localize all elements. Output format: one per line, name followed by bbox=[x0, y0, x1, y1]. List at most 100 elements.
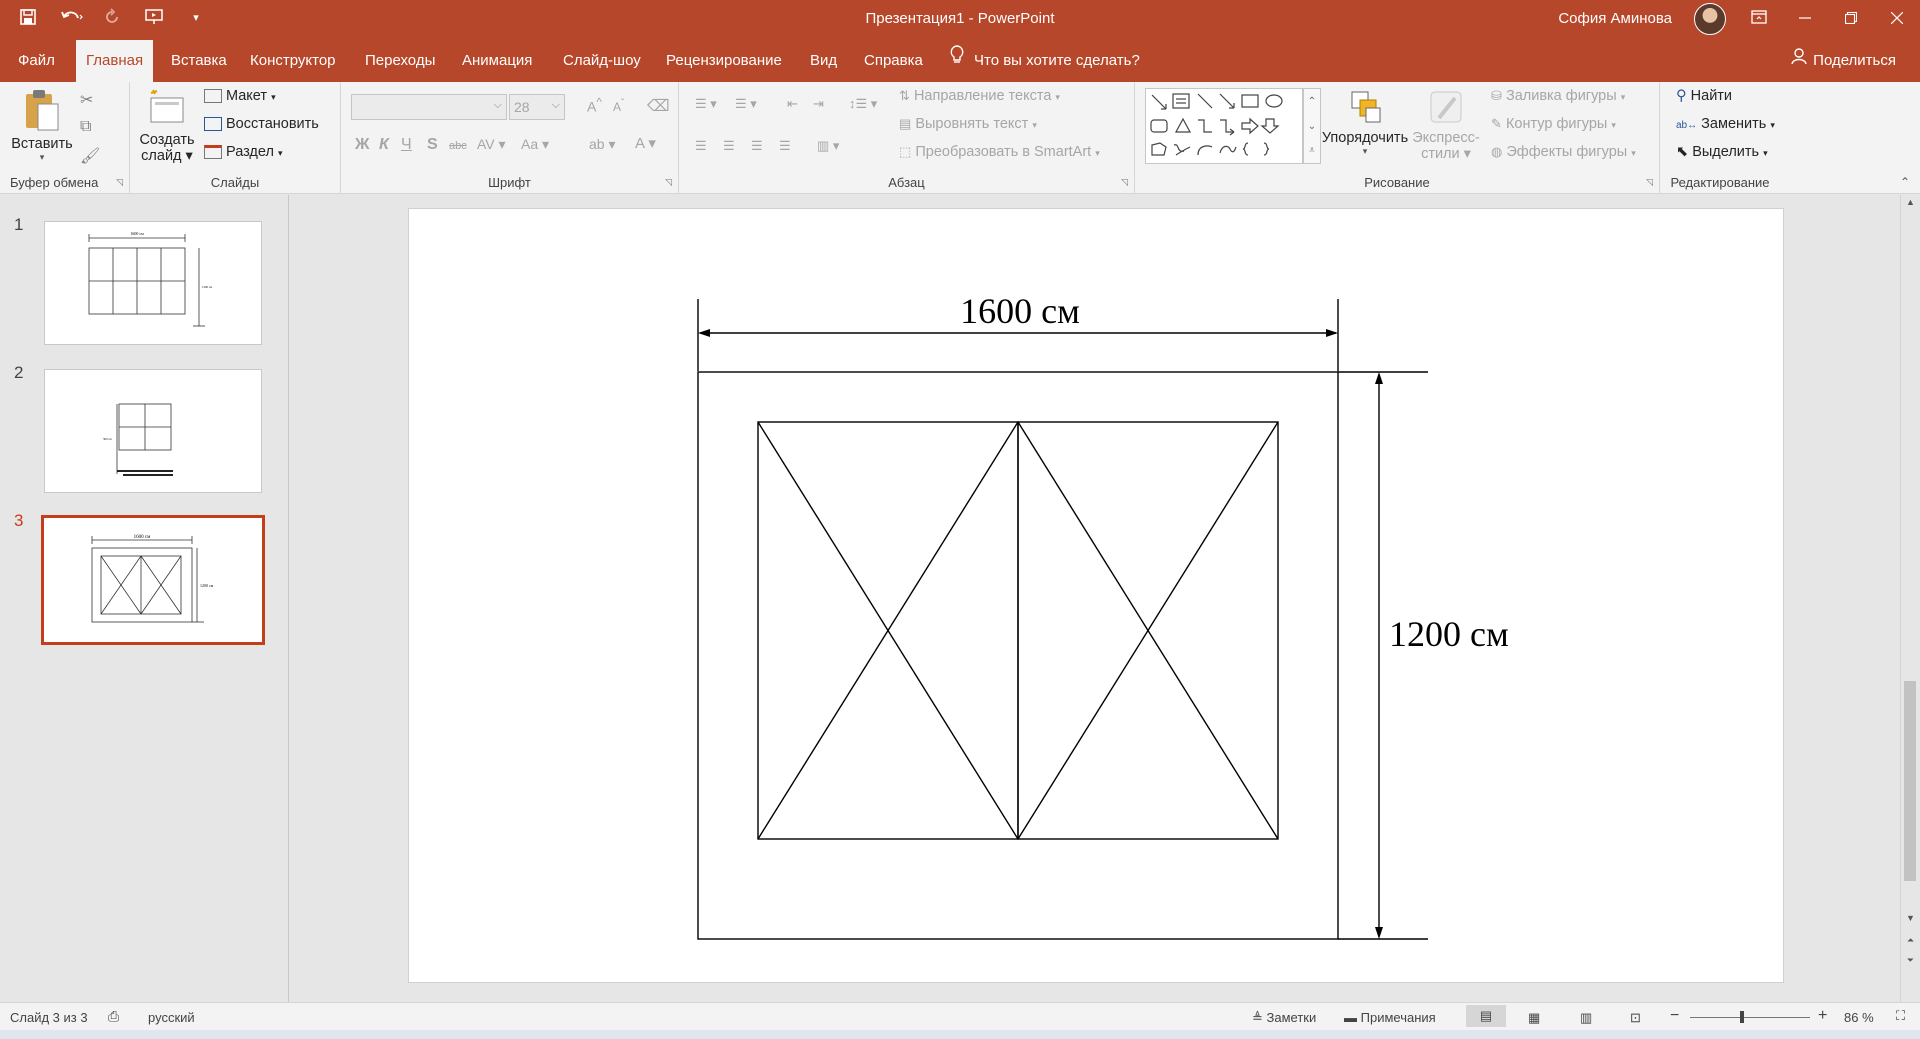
smartart-button[interactable]: ⬚ Преобразовать в SmartArt ▾ bbox=[899, 144, 1100, 160]
italic-button[interactable]: К bbox=[379, 136, 389, 154]
paste-button[interactable]: Вставить ▾ bbox=[8, 88, 76, 163]
find-button[interactable]: ⚲ Найти bbox=[1676, 88, 1732, 104]
shadow-button[interactable]: S bbox=[427, 136, 438, 154]
change-case-icon[interactable]: Aa ▾ bbox=[521, 136, 549, 153]
tab-transitions[interactable]: Переходы bbox=[355, 40, 445, 82]
align-text-button[interactable]: ▤ Выровнять текст ▾ bbox=[899, 116, 1037, 132]
width-label[interactable]: 1600 см bbox=[960, 291, 1080, 331]
numbering-icon[interactable]: ☰ ▾ bbox=[735, 96, 757, 112]
slide-sorter-view-icon[interactable]: ▦ bbox=[1528, 1010, 1540, 1026]
font-color-icon[interactable]: A ▾ bbox=[635, 134, 656, 152]
close-icon[interactable] bbox=[1874, 0, 1920, 40]
align-left-icon[interactable]: ☰ bbox=[695, 138, 707, 154]
reset-button[interactable]: Восстановить bbox=[204, 116, 319, 132]
font-launcher-icon[interactable]: ◹ bbox=[665, 177, 672, 188]
spellcheck-icon[interactable]: ⎙ bbox=[108, 1008, 119, 1025]
scroll-down-icon[interactable]: ▼ bbox=[1901, 913, 1920, 923]
strikethrough-button[interactable]: abc bbox=[449, 140, 467, 152]
ribbon-display-options-icon[interactable] bbox=[1736, 0, 1782, 40]
layout-button[interactable]: Макет ▾ bbox=[204, 88, 276, 104]
share-button[interactable]: Поделиться bbox=[1791, 40, 1896, 82]
cut-icon[interactable]: ✂ bbox=[80, 90, 93, 110]
tab-file[interactable]: Файл bbox=[8, 40, 65, 82]
tab-design[interactable]: Конструктор bbox=[240, 40, 346, 82]
slide-thumbnail-2[interactable]: 300 см bbox=[44, 369, 262, 493]
select-button[interactable]: ⬉ Выделить ▾ bbox=[1676, 144, 1768, 160]
new-slide-button[interactable]: Создать слайд ▾ bbox=[136, 88, 198, 164]
arrange-button[interactable]: Упорядочить ▾ bbox=[1319, 88, 1411, 157]
slide-thumbnail-3[interactable]: 1600 см 1200 см bbox=[41, 515, 265, 645]
bullets-icon[interactable]: ☰ ▾ bbox=[695, 96, 717, 112]
justify-icon[interactable]: ☰ bbox=[779, 138, 791, 154]
height-label[interactable]: 1200 см bbox=[1389, 614, 1509, 654]
format-painter-icon[interactable]: 🖌 bbox=[80, 146, 100, 166]
replace-button[interactable]: ab↔ Заменить ▾ bbox=[1676, 116, 1775, 132]
underline-button[interactable]: Ч bbox=[401, 136, 412, 154]
tab-insert[interactable]: Вставка bbox=[161, 40, 237, 82]
align-right-icon[interactable]: ☰ bbox=[751, 138, 763, 154]
line-spacing-icon[interactable]: ↕☰ ▾ bbox=[849, 96, 877, 112]
tab-animations[interactable]: Анимация bbox=[452, 40, 542, 82]
tab-view[interactable]: Вид bbox=[800, 40, 847, 82]
avatar[interactable] bbox=[1694, 3, 1726, 35]
slideshow-view-icon[interactable]: ⊡ bbox=[1630, 1010, 1641, 1026]
slide-thumbnails-pane[interactable]: 1 1600 см 1200 см 2 300 см 3 1600 см 120… bbox=[0, 195, 289, 1002]
font-name-input[interactable]: ⌵ bbox=[351, 94, 507, 120]
next-slide-icon[interactable]: ⏷ bbox=[1901, 955, 1920, 966]
vertical-scrollbar[interactable]: ▲ ▼ ⏶ ⏷ bbox=[1900, 195, 1920, 1002]
comments-button[interactable]: ▬ Примечания bbox=[1344, 1010, 1436, 1025]
font-size-input[interactable]: 28 ⌵ bbox=[509, 94, 565, 120]
slide-canvas[interactable]: 1600 см 1200 см bbox=[409, 209, 1783, 982]
drawing-launcher-icon[interactable]: ◹ bbox=[1646, 177, 1653, 188]
scroll-up-icon[interactable]: ⌃ bbox=[1304, 89, 1320, 114]
restore-icon[interactable] bbox=[1828, 0, 1874, 40]
scroll-down-icon[interactable]: ⌄ bbox=[1304, 114, 1320, 139]
tab-help[interactable]: Справка bbox=[854, 40, 933, 82]
highlight-icon[interactable]: ab ▾ bbox=[589, 136, 616, 153]
normal-view-icon[interactable]: ▤ bbox=[1466, 1005, 1506, 1027]
minimize-icon[interactable] bbox=[1782, 0, 1828, 40]
tell-me-search[interactable]: Что вы хотите сделать? bbox=[950, 40, 1140, 82]
collapse-ribbon-icon[interactable]: ⌃ bbox=[1900, 175, 1910, 189]
shape-fill-button[interactable]: ⛁ Заливка фигуры ▾ bbox=[1491, 88, 1625, 104]
section-button[interactable]: Раздел ▾ bbox=[204, 144, 283, 160]
user-name[interactable]: София Аминова bbox=[1558, 10, 1672, 27]
align-center-icon[interactable]: ☰ bbox=[723, 138, 735, 154]
language-indicator[interactable]: русский bbox=[148, 1010, 195, 1025]
shapes-gallery[interactable] bbox=[1145, 88, 1303, 164]
paste-dropdown-icon[interactable]: ▾ bbox=[8, 152, 76, 163]
shape-effects-button[interactable]: ◍ Эффекты фигуры ▾ bbox=[1491, 144, 1636, 160]
clipboard-launcher-icon[interactable]: ◹ bbox=[116, 177, 123, 188]
copy-icon[interactable]: ⧉ bbox=[80, 118, 91, 136]
notes-button[interactable]: ≜ Заметки bbox=[1252, 1010, 1316, 1026]
columns-icon[interactable]: ▥ ▾ bbox=[817, 138, 839, 154]
previous-slide-icon[interactable]: ⏶ bbox=[1901, 935, 1920, 946]
fit-to-window-icon[interactable]: ⛶ bbox=[1896, 1008, 1905, 1024]
tab-home[interactable]: Главная bbox=[76, 40, 154, 82]
character-spacing-icon[interactable]: AV ▾ bbox=[477, 136, 506, 153]
increase-indent-icon[interactable]: ⇥ bbox=[813, 96, 824, 112]
tab-slideshow[interactable]: Слайд-шоу bbox=[553, 40, 651, 82]
slide-counter[interactable]: Слайд 3 из 3 bbox=[10, 1010, 88, 1025]
slide-editor[interactable]: 1600 см 1200 см bbox=[290, 195, 1900, 1002]
quick-styles-button[interactable]: Экспресс- стили ▾ bbox=[1411, 88, 1481, 162]
zoom-level[interactable]: 86 % bbox=[1844, 1010, 1874, 1025]
clear-formatting-icon[interactable]: ⌫ bbox=[647, 96, 670, 116]
slide-thumbnail-1[interactable]: 1600 см 1200 см bbox=[44, 221, 262, 345]
scroll-up-icon[interactable]: ▲ bbox=[1901, 197, 1920, 207]
zoom-slider-thumb[interactable] bbox=[1740, 1011, 1744, 1023]
gallery-more-icon[interactable]: ⩡ bbox=[1304, 139, 1320, 163]
reading-view-icon[interactable]: ▥ bbox=[1580, 1010, 1592, 1026]
zoom-slider[interactable] bbox=[1690, 1011, 1810, 1023]
scroll-thumb[interactable] bbox=[1904, 681, 1916, 881]
bold-button[interactable]: Ж bbox=[355, 136, 369, 154]
tab-review[interactable]: Рецензирование bbox=[656, 40, 792, 82]
decrease-font-icon[interactable]: Aˇ bbox=[613, 98, 624, 114]
paragraph-launcher-icon[interactable]: ◹ bbox=[1121, 177, 1128, 188]
shape-outline-button[interactable]: ✎ Контур фигуры ▾ bbox=[1491, 116, 1616, 132]
text-direction-button[interactable]: ⇅ Направление текста ▾ bbox=[899, 88, 1060, 104]
zoom-in-icon[interactable]: + bbox=[1818, 1007, 1827, 1025]
increase-font-icon[interactable]: A^ bbox=[587, 96, 602, 115]
zoom-out-icon[interactable]: − bbox=[1670, 1007, 1679, 1025]
decrease-indent-icon[interactable]: ⇤ bbox=[787, 96, 798, 112]
